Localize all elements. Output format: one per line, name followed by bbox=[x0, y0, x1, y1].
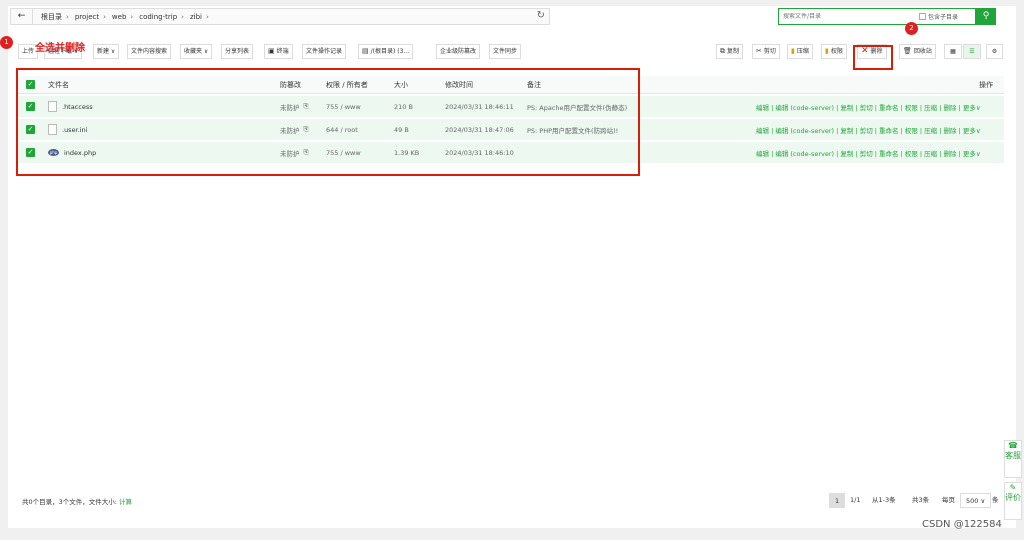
cut-button[interactable]: ✂ 剪切 bbox=[752, 44, 780, 59]
page-total: 1/1 bbox=[850, 496, 861, 504]
compress-icon: ▮ bbox=[791, 47, 795, 55]
footer-summary: 共0个目录，3个文件，文件大小: 计算 bbox=[22, 496, 132, 506]
compress-button[interactable]: ▮ 压缩 bbox=[787, 44, 813, 59]
chevron-right-icon: › bbox=[130, 12, 134, 21]
breadcrumb-item[interactable]: coding-trip bbox=[139, 13, 177, 21]
per-page-value: 500 bbox=[966, 497, 979, 505]
settings-button[interactable]: ⚙ bbox=[986, 44, 1003, 59]
chevron-right-icon: › bbox=[181, 12, 184, 21]
summary-text: 共0个目录，3个文件，文件大小: bbox=[22, 498, 117, 506]
chevron-right-icon: › bbox=[103, 12, 106, 21]
highlight-table-box bbox=[16, 68, 640, 176]
compress-label: 压缩 bbox=[796, 48, 809, 55]
favorites-button[interactable]: 收藏夹 ∨ bbox=[180, 44, 213, 59]
customer-service-button[interactable]: ☎ 客服 bbox=[1004, 440, 1022, 478]
row-ops[interactable]: 编辑 | 编辑 (code-server) | 复制 | 剪切 | 重命名 | … bbox=[756, 96, 981, 117]
page-current[interactable]: 1 bbox=[829, 493, 846, 508]
search-icon: ⚲ bbox=[982, 11, 990, 21]
list-view-button[interactable]: ☰ bbox=[963, 44, 981, 59]
copy-label: 复制 bbox=[727, 48, 740, 55]
content-search-button[interactable]: 文件内容搜索 bbox=[127, 44, 172, 59]
per-page-unit: 条 bbox=[992, 496, 999, 504]
grid-view-button[interactable]: ▦ bbox=[944, 44, 962, 59]
headset-icon: ☎ bbox=[1008, 441, 1018, 450]
record-count: 共3条 bbox=[912, 496, 930, 504]
row-ops[interactable]: 编辑 | 编辑 (code-server) | 复制 | 剪切 | 重命名 | … bbox=[756, 142, 981, 163]
permission-button[interactable]: ▮ 权限 bbox=[821, 44, 847, 59]
cut-icon: ✂ bbox=[756, 47, 762, 55]
copy-icon: ⧉ bbox=[720, 47, 725, 55]
breadcrumb-item[interactable]: web bbox=[112, 13, 126, 21]
recycle-bin-button[interactable]: 🗑 回收站 bbox=[899, 44, 936, 59]
terminal-label: 终端 bbox=[276, 48, 289, 55]
file-sync-button[interactable]: 文件同步 bbox=[489, 44, 522, 59]
cut-label: 剪切 bbox=[763, 48, 776, 55]
chevron-right-icon: › bbox=[66, 12, 69, 21]
disk-label: /(根目录) (3... bbox=[370, 48, 410, 55]
breadcrumb-item[interactable]: zibi bbox=[190, 13, 202, 21]
recycle-label: 回收站 bbox=[913, 48, 932, 55]
chevron-down-icon: ∨ bbox=[980, 497, 986, 505]
review-label: 评价 bbox=[1005, 493, 1021, 502]
edit-icon: ✎ bbox=[1009, 483, 1017, 492]
annotation-step-2: 2 bbox=[905, 22, 918, 35]
search-input[interactable] bbox=[779, 13, 919, 20]
terminal-icon: ▣ bbox=[268, 47, 275, 55]
copy-button[interactable]: ⧉ 复制 bbox=[716, 44, 744, 59]
checkbox-icon[interactable] bbox=[919, 13, 926, 20]
disk-icon: ▤ bbox=[362, 47, 369, 55]
breadcrumb-item[interactable]: project bbox=[75, 13, 99, 21]
back-arrow-icon[interactable]: ← bbox=[11, 9, 33, 24]
search-box: 包含子目录 bbox=[778, 8, 976, 25]
permission-icon: ▮ bbox=[825, 47, 829, 55]
subdir-checkbox[interactable]: 包含子目录 bbox=[919, 12, 958, 21]
refresh-icon[interactable]: ↻ bbox=[537, 10, 545, 21]
calc-link[interactable]: 计算 bbox=[119, 498, 132, 506]
per-page-label: 每页 bbox=[942, 496, 955, 504]
share-list-button[interactable]: 分享列表 bbox=[221, 44, 254, 59]
terminal-button[interactable]: ▣ 终端 bbox=[264, 44, 293, 59]
review-button[interactable]: ✎ 评价 bbox=[1004, 482, 1022, 520]
disk-button[interactable]: ▤/(根目录) (3... bbox=[358, 44, 414, 59]
grid-icon: ▦ bbox=[950, 48, 956, 55]
page-range: 从1-3条 bbox=[872, 496, 896, 504]
watermark: CSDN @122584 bbox=[922, 519, 1002, 530]
annotation-text: 全选并删除 bbox=[35, 43, 85, 54]
annotation-step-1: 1 bbox=[0, 36, 13, 49]
per-page-select[interactable]: 500 ∨ bbox=[960, 493, 992, 508]
gear-icon: ⚙ bbox=[991, 48, 998, 55]
highlight-delete-box bbox=[853, 45, 893, 70]
chevron-right-icon: › bbox=[205, 12, 209, 21]
address-bar[interactable]: ← 根目录 › project › web › coding-trip › zibi › … bbox=[10, 8, 550, 25]
trash-icon: 🗑 bbox=[903, 47, 912, 55]
breadcrumb-item[interactable]: 根目录 bbox=[41, 12, 62, 22]
header-ops: 操作 bbox=[979, 80, 993, 89]
breadcrumb: 根目录 › project › web › coding-trip › zibi › bbox=[33, 12, 215, 22]
tamper-proof-button[interactable]: 企业级防篡改 bbox=[436, 44, 481, 59]
service-label: 客服 bbox=[1005, 451, 1021, 460]
row-ops[interactable]: 编辑 | 编辑 (code-server) | 复制 | 剪切 | 重命名 | … bbox=[756, 119, 981, 140]
file-log-button[interactable]: 文件操作记录 bbox=[302, 44, 347, 59]
permission-label: 权限 bbox=[830, 48, 843, 55]
search-button[interactable]: ⚲ bbox=[976, 8, 996, 25]
list-icon: ☰ bbox=[969, 48, 975, 55]
new-button[interactable]: 新建 ∨ bbox=[93, 44, 120, 59]
subdir-label: 包含子目录 bbox=[928, 14, 959, 21]
